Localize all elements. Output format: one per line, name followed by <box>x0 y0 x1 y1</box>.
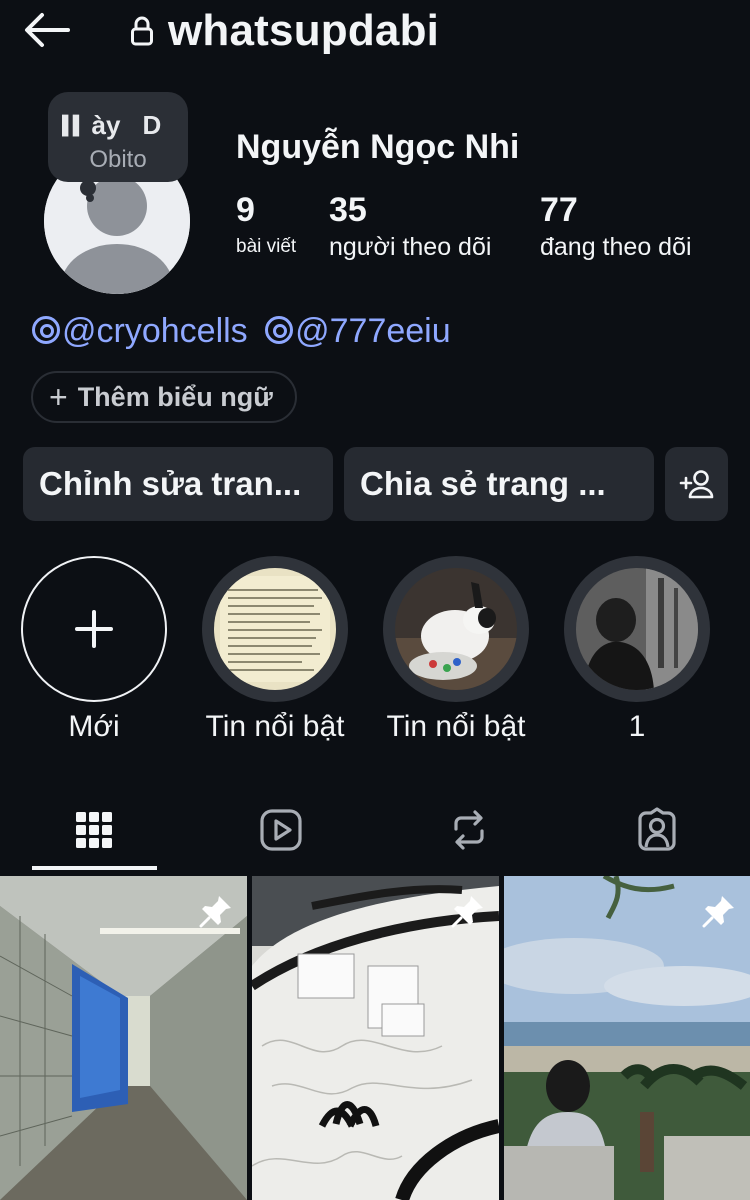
followers-stat[interactable]: 35 người theo dõi <box>329 190 491 264</box>
threads-link-1-text: @cryohcells <box>62 312 248 350</box>
note-artist: Obito <box>89 146 147 173</box>
highlight-item[interactable]: 1 <box>563 556 711 744</box>
highlight-label: Tin nổi bật <box>205 710 345 743</box>
highlight-item[interactable]: Tin nổi bật <box>382 556 530 744</box>
posts-label: bài viết <box>236 236 297 257</box>
new-highlight-circle <box>21 556 167 702</box>
edit-profile-button[interactable]: Chỉnh sửa tran... <box>23 447 333 521</box>
highlight-new[interactable]: Mới <box>20 556 168 744</box>
post-thumbnail[interactable] <box>252 876 499 1200</box>
note-track-text: ày <box>91 110 121 140</box>
grid-icon <box>75 812 112 848</box>
highlight-cover-image <box>214 568 336 690</box>
posts-stat[interactable]: 9 bài viết <box>236 190 296 264</box>
profile-full-name: Nguyễn Ngọc Nhi <box>236 128 520 166</box>
highlight-cover-image <box>395 568 517 690</box>
threads-icon <box>265 316 294 344</box>
highlight-ring <box>564 556 710 702</box>
edit-profile-label: Chỉnh sửa tran... <box>39 465 302 502</box>
tagged-icon <box>637 807 676 851</box>
tab-reposts[interactable] <box>375 790 562 870</box>
profile-tabs <box>0 790 750 870</box>
followers-count: 35 <box>329 191 367 229</box>
lock-icon <box>131 16 153 46</box>
arrow-left-icon <box>25 13 70 47</box>
share-profile-button[interactable]: Chia sẻ trang ... <box>344 447 654 521</box>
music-note-bubble[interactable]: ▌▌ ày D Obito <box>48 92 188 196</box>
posts-count: 9 <box>236 191 255 229</box>
following-count: 77 <box>540 191 578 229</box>
following-label: đang theo dõi <box>540 233 692 261</box>
note-track-title: ▌▌ ày D <box>62 110 161 141</box>
profile-username[interactable]: whatsupdabi <box>168 6 439 56</box>
highlight-cover-image <box>576 568 698 690</box>
tab-tagged[interactable] <box>563 790 750 870</box>
pin-icon <box>451 896 483 928</box>
highlight-label: 1 <box>628 710 646 743</box>
post-thumbnail[interactable] <box>0 876 247 1200</box>
highlight-ring <box>383 556 529 702</box>
threads-links: @cryohcells @777eeiu <box>32 312 451 351</box>
note-bubble-tail <box>86 194 94 202</box>
threads-link-2-text: @777eeiu <box>295 312 451 350</box>
share-profile-label: Chia sẻ trang ... <box>360 465 606 502</box>
pin-icon <box>702 896 734 928</box>
threads-icon <box>32 316 60 344</box>
pin-icon <box>199 896 231 928</box>
active-tab-indicator <box>32 866 157 870</box>
threads-link-1[interactable]: @cryohcells <box>32 312 248 350</box>
highlight-ring <box>202 556 348 702</box>
back-button[interactable] <box>22 10 72 50</box>
highlight-label: Mới <box>68 710 120 743</box>
top-bar: whatsupdabi <box>0 0 750 64</box>
followers-label: người theo dõi <box>329 233 492 261</box>
plus-icon: + <box>49 378 68 415</box>
discover-people-button[interactable] <box>665 447 728 521</box>
add-banner-label: Thêm biểu ngữ <box>77 381 273 412</box>
post-thumbnail[interactable] <box>504 876 750 1200</box>
following-stat[interactable]: 77 đang theo dõi <box>540 190 692 264</box>
tab-posts-grid[interactable] <box>0 790 187 870</box>
add-person-icon <box>679 470 713 499</box>
reels-icon <box>259 809 302 851</box>
plus-icon <box>75 610 113 648</box>
audio-bars-icon: ▌▌ <box>62 115 85 135</box>
highlight-item[interactable]: Tin nổi bật <box>201 556 349 744</box>
reposts-icon <box>453 810 484 850</box>
threads-link-2[interactable]: @777eeiu <box>265 312 451 350</box>
add-banner-button[interactable]: + Thêm biểu ngữ <box>31 371 297 423</box>
note-track-tail: D <box>142 110 162 140</box>
tab-reels[interactable] <box>187 790 374 870</box>
highlight-label: Tin nổi bật <box>386 710 526 743</box>
